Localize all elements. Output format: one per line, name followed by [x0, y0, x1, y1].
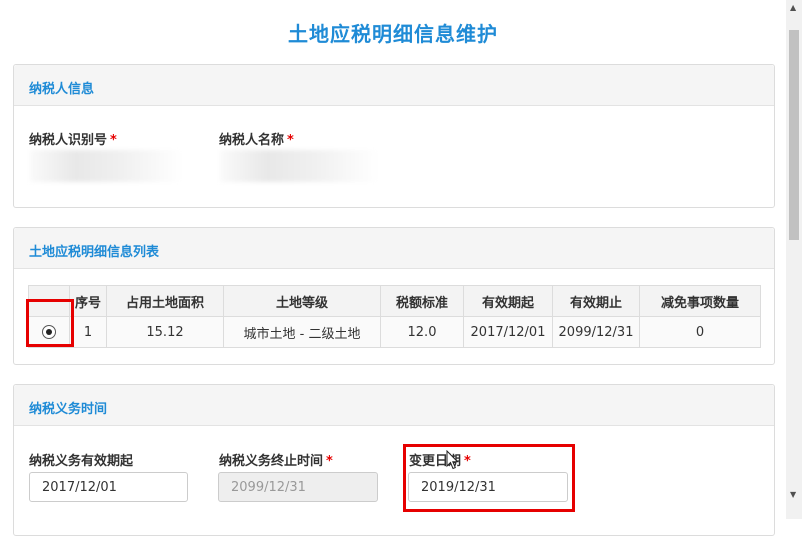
- end-cell: 2099/12/31: [552, 316, 640, 348]
- column-header: 减免事项数量: [639, 285, 761, 317]
- taxpayer-panel: 纳税人信息: [13, 64, 775, 208]
- grade-cell: 城市土地 - 二级土地: [223, 316, 381, 348]
- start-cell: 2017/12/01: [463, 316, 553, 348]
- change-date-highlight-box: [403, 444, 575, 512]
- obligation-start-input[interactable]: 2017/12/01: [29, 472, 188, 502]
- area-cell: 15.12: [106, 316, 224, 348]
- land-list-panel-title: 土地应税明细信息列表: [29, 245, 160, 260]
- obligation-end-input[interactable]: 2099/12/31: [218, 472, 378, 502]
- column-header: 税额标准: [380, 285, 464, 317]
- land-list-table: 序号 占用土地面积 土地等级 税额标准 有效期起 有效期止 减免事项数量 1 1…: [28, 285, 761, 348]
- taxpayer-id-label: 纳税人识别号 *: [29, 133, 117, 148]
- mouse-cursor-icon: [446, 450, 459, 470]
- taxpayer-panel-title: 纳税人信息: [29, 82, 95, 97]
- taxpayer-id-redacted: [30, 150, 182, 182]
- column-header: 占用土地面积: [106, 285, 224, 317]
- taxpayer-panel-header: 纳税人信息: [14, 65, 774, 106]
- column-header: 有效期止: [552, 285, 640, 317]
- radio-highlight-box: [26, 299, 74, 347]
- page-title: 土地应税明细信息维护: [288, 22, 498, 46]
- land-list-panel-header: 土地应税明细信息列表: [14, 228, 774, 269]
- obligation-end-label: 纳税义务终止时间 *: [219, 454, 333, 469]
- taxpayer-name-label: 纳税人名称 *: [219, 133, 294, 148]
- table-row[interactable]: 1 15.12 城市土地 - 二级土地 12.0 2017/12/01 2099…: [28, 316, 761, 348]
- taxpayer-name-redacted: [220, 150, 378, 182]
- seq-cell: 1: [69, 316, 107, 348]
- column-header: 土地等级: [223, 285, 381, 317]
- table-header-row: 序号 占用土地面积 土地等级 税额标准 有效期起 有效期止 减免事项数量: [28, 285, 761, 317]
- rate-cell: 12.0: [380, 316, 464, 348]
- obligation-start-label: 纳税义务有效期起: [29, 454, 134, 469]
- column-header: 序号: [69, 285, 107, 317]
- scrollbar-thumb[interactable]: [789, 30, 799, 240]
- column-header: 有效期起: [463, 285, 553, 317]
- scroll-down-arrow-icon[interactable]: ▼: [790, 490, 796, 499]
- scroll-up-arrow-icon[interactable]: ▲: [790, 3, 796, 12]
- obligation-panel-title: 纳税义务时间: [29, 402, 108, 417]
- reliefs-cell: 0: [639, 316, 761, 348]
- obligation-panel-header: 纳税义务时间: [14, 385, 774, 426]
